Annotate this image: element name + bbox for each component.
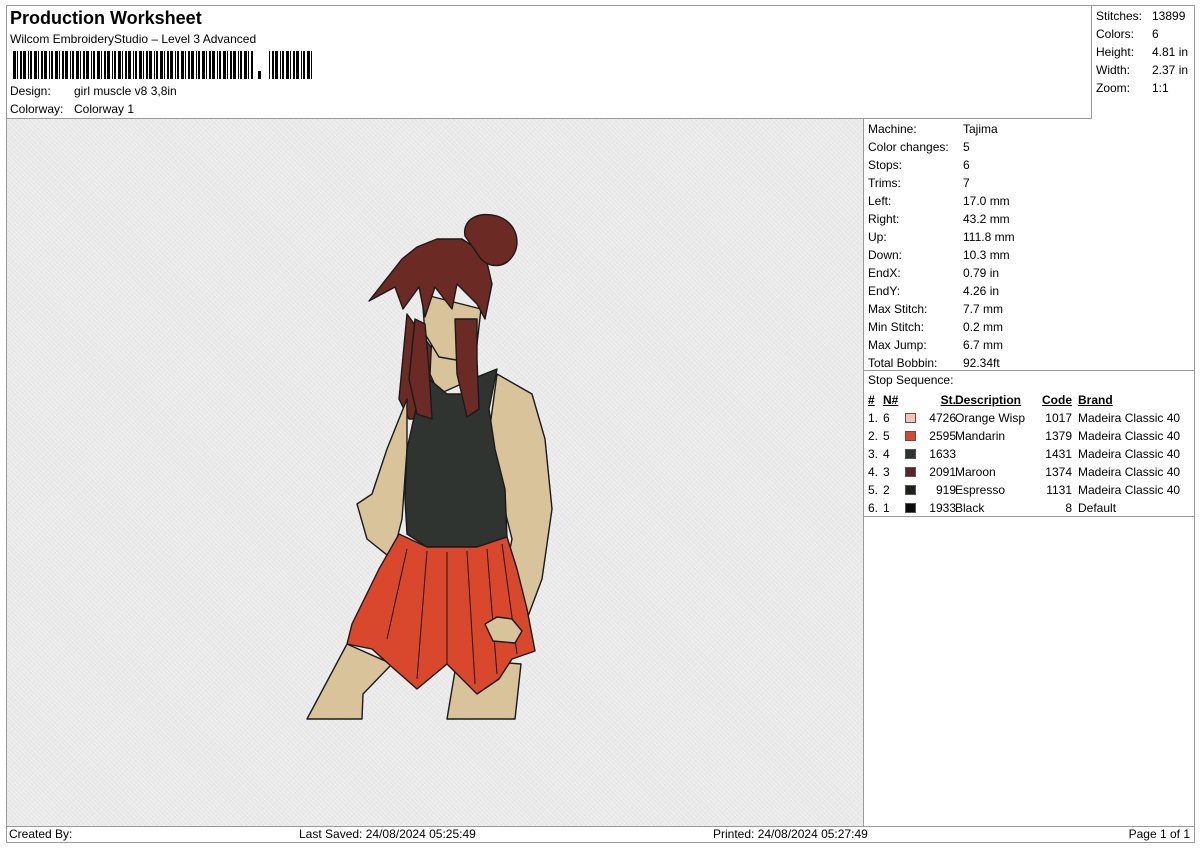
machine-info: Machine: Tajima Color changes: 5 Stops: 6 Trim… [864,119,1194,372]
machine-info-row: Min Stitch: 0.2 mm [868,320,1004,334]
color-swatch [905,431,916,441]
machine-info-row: Trims: 7 [868,176,970,190]
design-label: Design: [10,84,51,98]
worksheet: Production Worksheet Wilcom EmbroiderySt… [6,5,1195,843]
machine-info-row: Up: 111.8 mm [868,230,1015,244]
stat-width: Width: 2.37 in [1096,63,1189,77]
footer: Created By: Last Saved: 24/08/2024 05:25… [7,826,1194,842]
page-number: Page 1 of 1 [1128,827,1190,841]
color-swatch [905,413,916,423]
printed-date: Printed: 24/08/2024 05:27:49 [713,827,868,841]
stat-zoom: Zoom: 1:1 [1096,81,1169,95]
color-swatch [905,485,916,495]
stat-height: Height: 4.81 in [1096,45,1189,59]
created-by: Created By: [9,827,73,841]
embroidery-figure [306,213,553,720]
machine-info-row: Max Jump: 6.7 mm [868,338,1004,352]
stop-sequence-title: Stop Sequence: [868,373,954,387]
colorway-row: Colorway: Colorway 1 [10,102,134,117]
table-row: 4. 3 2091 Maroon 1374 Madeira Classic 40 [868,465,1181,479]
table-row: 6. 1 1933 Black 8 Default [868,501,1117,515]
machine-info-row: EndY: 4.26 in [868,284,1000,298]
color-swatch [905,503,916,513]
colorway-value: Colorway 1 [74,102,135,116]
machine-info-row: Color changes: 5 [868,140,970,154]
table-row: 3. 4 1633 1431 Madeira Classic 40 [868,447,1181,461]
stop-sequence: Stop Sequence: # N# St. Description Code… [864,371,1194,517]
page-title: Production Worksheet [10,8,202,28]
design-row: Design: girl muscle v8 3,8in [10,84,177,99]
stop-sequence-header: # N# St. Description Code Brand [868,393,1113,407]
stat-stitches: Stitches: 13899 [1096,9,1186,23]
color-swatch [905,467,916,477]
machine-info-row: Down: 10.3 mm [868,248,1010,262]
last-saved: Last Saved: 24/08/2024 05:25:49 [299,827,476,841]
machine-info-row: Machine: Tajima [868,122,998,136]
machine-info-row: Stops: 6 [868,158,970,172]
table-row: 2. 5 2595 Mandarin 1379 Madeira Classic 40 [868,429,1181,443]
machine-info-row: Right: 43.2 mm [868,212,1010,226]
machine-info-row: Max Stitch: 7.7 mm [868,302,1004,316]
design-value: girl muscle v8 3,8in [74,84,177,98]
color-swatch [905,449,916,459]
machine-info-row: Left: 17.0 mm [868,194,1010,208]
machine-info-row: Total Bobbin: 92.34ft [868,356,1000,370]
table-row: 1. 6 4726 Orange Wisp 1017 Madeira Classic 40 [868,411,1181,425]
colorway-label: Colorway: [10,102,64,116]
summary-stats: Stitches: 13899 Colors: 6 Height: 4.81 in W… [1092,6,1194,119]
barcode-image [13,51,312,79]
header: Production Worksheet Wilcom EmbroiderySt… [7,6,1092,119]
stat-colors: Colors: 6 [1096,27,1159,41]
machine-info-row: EndX: 0.79 in [868,266,1000,280]
table-row: 5. 2 919 Espresso 1131 Madeira Classic 40 [868,483,1181,497]
design-preview [7,119,864,826]
software-name: Wilcom EmbroideryStudio – Level 3 Advanc… [10,32,257,46]
